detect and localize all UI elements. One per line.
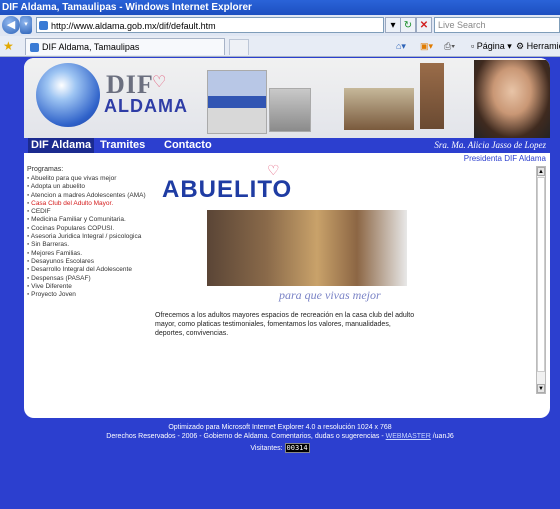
program-link[interactable]: Proyecto Joven: [27, 291, 177, 299]
program-link[interactable]: Desayunos Escolares: [27, 258, 177, 266]
window-title-bar: DIF Aldama, Tamaulipas - Windows Interne…: [0, 0, 560, 15]
address-input[interactable]: http://www.aldama.gob.mx/dif/default.htm: [36, 17, 384, 33]
program-link[interactable]: Casa Club del Adulto Mayor.: [27, 200, 177, 208]
home-icon[interactable]: ⌂▾: [396, 39, 406, 53]
president-role: Presidenta DIF Aldama: [463, 154, 546, 163]
footer-optimized: Optimizado para Microsoft Internet Explo…: [168, 424, 392, 431]
window-title: DIF Aldama, Tamaulipas - Windows Interne…: [2, 2, 252, 13]
page-menu-label: Página: [476, 41, 505, 51]
search-input[interactable]: Live Search: [434, 17, 560, 33]
back-button[interactable]: ◀: [2, 16, 20, 34]
program-heading: ABUELITO: [162, 176, 293, 203]
program-link[interactable]: Desarrollo Integral del Adolescente: [27, 266, 177, 274]
tab-label: DIF Aldama, Tamaulipas: [42, 42, 140, 52]
scroll-up-icon[interactable]: ▲: [537, 167, 545, 176]
program-link[interactable]: Asesoria Juridica Integral / psicologica: [27, 233, 177, 241]
program-link[interactable]: Despensas (PASAF): [27, 275, 177, 283]
program-link[interactable]: Sin Barreras.: [27, 241, 177, 249]
scroll-down-icon[interactable]: ▼: [537, 384, 545, 393]
nav-contacto[interactable]: Contacto: [164, 138, 212, 153]
page-icon: [39, 21, 48, 30]
program-link[interactable]: Abuelito para que vivas mejor: [27, 175, 177, 183]
program-link[interactable]: Atencion a madres Adolescentes (AMA): [27, 192, 177, 200]
new-tab-button[interactable]: [229, 39, 249, 55]
tools-menu[interactable]: ⚙ Herramie: [516, 39, 560, 53]
heart-icon: ♡: [267, 162, 280, 178]
tower-photo: [420, 63, 444, 129]
president-signature: Sra. Ma. Alicia Jasso de Lopez: [434, 140, 546, 150]
favorites-star-icon[interactable]: ★: [3, 39, 14, 53]
seniors-photo: [207, 210, 407, 286]
program-link[interactable]: CEDIF: [27, 208, 177, 216]
program-link[interactable]: Cocinas Populares COPUSI.: [27, 225, 177, 233]
heart-icon: ♡: [152, 74, 167, 91]
nav-dif-aldama[interactable]: DIF Aldama: [28, 138, 95, 153]
visitors-label: Visitantes:: [250, 445, 283, 452]
site-banner: DIF ♡ ALDAMA: [24, 58, 550, 138]
content-scrollbar[interactable]: ▲ ▼: [536, 166, 546, 394]
footer-suffix: /uanJ6: [430, 433, 454, 440]
tab-dif-aldama[interactable]: DIF Aldama, Tamaulipas: [25, 38, 225, 55]
history-dropdown-icon[interactable]: ▾: [20, 16, 32, 34]
president-portrait: [474, 60, 550, 138]
stop-icon[interactable]: ✕: [416, 17, 432, 33]
program-link[interactable]: Vive Diferente: [27, 283, 177, 291]
webmaster-link[interactable]: WEBMASTER: [386, 433, 431, 440]
programs-label: Programas:: [27, 166, 64, 173]
footer-copyright-text: Derechos Reservados - 2006 - Gobierno de…: [106, 433, 386, 440]
tools-menu-label: Herramie: [526, 41, 560, 51]
globe-logo-icon: [36, 63, 100, 127]
logo-aldama-text: ALDAMA: [104, 96, 188, 116]
tab-page-icon: [30, 43, 39, 52]
programs-list: Programas: Abuelito para que vivas mejor…: [27, 166, 177, 299]
visitor-counter-row: Visitantes: 00314: [0, 443, 560, 453]
program-description: Ofrecemos a los adultos mayores espacios…: [155, 312, 415, 337]
program-link[interactable]: Mejores Familias.: [27, 250, 177, 258]
address-url: http://www.aldama.gob.mx/dif/default.htm: [51, 21, 216, 31]
refresh-icon[interactable]: ↻: [400, 17, 416, 33]
footer-copyright: Derechos Reservados - 2006 - Gobierno de…: [0, 433, 560, 440]
site-nav: DIF Aldama Tramites Contacto Sra. Ma. Al…: [24, 138, 550, 153]
program-link[interactable]: Medicina Familiar y Comunitaria.: [27, 216, 177, 224]
building-photo: [207, 70, 267, 134]
program-subtitle: para que vivas mejor: [279, 288, 381, 302]
kiosk-photo: [344, 88, 414, 130]
visitors-count: 00314: [284, 443, 310, 453]
nav-tramites[interactable]: Tramites: [100, 138, 145, 153]
page-menu[interactable]: ▫ Página ▾: [471, 39, 512, 53]
scroll-thumb[interactable]: [537, 177, 545, 372]
building-photo-2: [269, 88, 311, 132]
tab-toolbar: ★ DIF Aldama, Tamaulipas ⌂▾ ▣▾ ⎙▾ ▫ Pági…: [0, 36, 560, 57]
feeds-icon[interactable]: ▣▾: [420, 39, 433, 53]
print-icon[interactable]: ⎙▾: [444, 39, 455, 53]
program-link[interactable]: Adopta un abuelito: [27, 183, 177, 191]
web-page: DIF ♡ ALDAMA DIF Aldama Tramites Contact…: [24, 58, 550, 418]
address-dropdown-icon[interactable]: ▾: [385, 17, 401, 33]
address-toolbar: ◀ ▾ http://www.aldama.gob.mx/dif/default…: [0, 15, 560, 37]
